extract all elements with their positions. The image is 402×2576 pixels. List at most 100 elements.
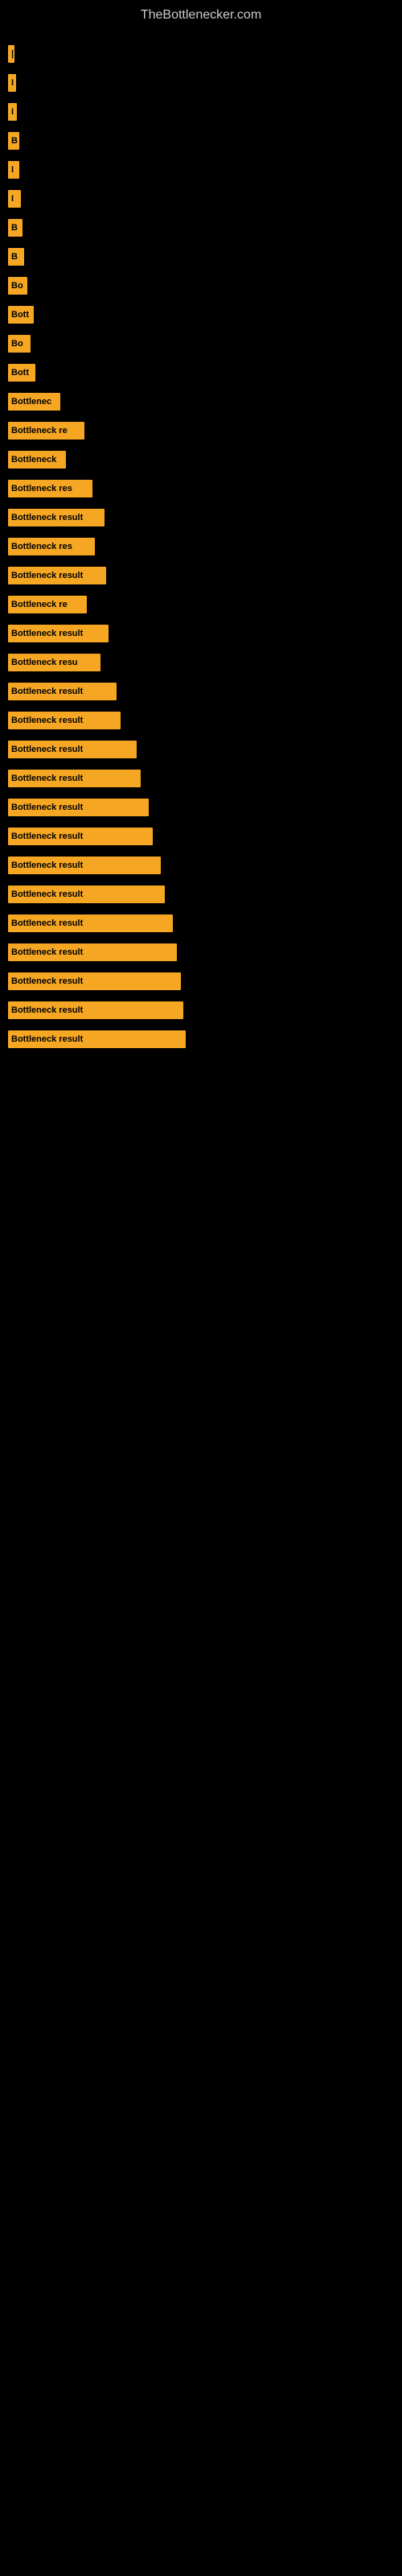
bar-label-10: Bo [11, 339, 23, 349]
bar-label-8: Bo [11, 281, 23, 291]
bar-28: Bottleneck result [8, 857, 161, 874]
bar-label-14: Bottleneck [11, 455, 56, 464]
bar-row: Bottleneck result [8, 796, 394, 819]
bar-label-16: Bottleneck result [11, 513, 83, 522]
bar-label-11: Bott [11, 368, 29, 378]
bar-row: Bottleneck result [8, 970, 394, 993]
bars-container: | I I B I I B B Bo Bott Bo Bott Bottlenec Bottleneck … [0, 27, 402, 1065]
bar-row: Bottlenec [8, 390, 394, 413]
bar-label-7: B [11, 252, 18, 262]
bar-1: I [8, 74, 16, 92]
bar-row: B [8, 217, 394, 239]
bar-label-5: I [11, 194, 14, 204]
bar-row: Bo [8, 275, 394, 297]
bar-label-28: Bottleneck result [11, 861, 83, 870]
site-title-container: TheBottlenecker.com [0, 0, 402, 27]
bar-label-15: Bottleneck res [11, 484, 72, 493]
bar-row: I [8, 72, 394, 94]
bar-29: Bottleneck result [8, 886, 165, 903]
bar-label-33: Bottleneck result [11, 1005, 83, 1015]
bar-32: Bottleneck result [8, 972, 181, 990]
bar-row: Bottleneck re [8, 593, 394, 616]
bar-33: Bottleneck result [8, 1001, 183, 1019]
bar-27: Bottleneck result [8, 828, 153, 845]
bar-23: Bottleneck result [8, 712, 121, 729]
bar-5: I [8, 190, 21, 208]
bar-label-23: Bottleneck result [11, 716, 83, 725]
bar-label-29: Bottleneck result [11, 890, 83, 899]
bar-19: Bottleneck re [8, 596, 87, 613]
bar-14: Bottleneck [8, 451, 66, 469]
bar-24: Bottleneck result [8, 741, 137, 758]
bar-row: Bott [8, 303, 394, 326]
bar-row: Bottleneck result [8, 564, 394, 587]
bar-label-34: Bottleneck result [11, 1034, 83, 1044]
bar-row: Bottleneck result [8, 680, 394, 703]
bar-label-31: Bottleneck result [11, 947, 83, 957]
bar-row: Bottleneck resu [8, 651, 394, 674]
bar-row: B [8, 246, 394, 268]
bar-25: Bottleneck result [8, 770, 141, 787]
bar-row: Bottleneck result [8, 825, 394, 848]
bar-label-0: | [11, 49, 14, 59]
bar-22: Bottleneck result [8, 683, 117, 700]
bar-11: Bott [8, 364, 35, 382]
bar-label-18: Bottleneck result [11, 571, 83, 580]
bar-label-6: B [11, 223, 18, 233]
bar-label-4: I [11, 165, 14, 175]
bar-label-21: Bottleneck resu [11, 658, 78, 667]
bar-label-32: Bottleneck result [11, 976, 83, 986]
bar-label-9: Bott [11, 310, 29, 320]
bar-label-20: Bottleneck result [11, 629, 83, 638]
bar-label-3: B [11, 136, 18, 146]
bar-row: Bottleneck [8, 448, 394, 471]
bar-4: I [8, 161, 19, 179]
bar-16: Bottleneck result [8, 509, 105, 526]
bar-label-22: Bottleneck result [11, 687, 83, 696]
bar-row: Bottleneck result [8, 941, 394, 964]
bar-label-25: Bottleneck result [11, 774, 83, 783]
bar-row: Bottleneck result [8, 999, 394, 1022]
bar-0: | [8, 45, 14, 63]
bar-label-13: Bottleneck re [11, 426, 68, 436]
bar-row: Bo [8, 332, 394, 355]
bar-label-2: I [11, 107, 14, 117]
bar-row: Bott [8, 361, 394, 384]
bar-15: Bottleneck res [8, 480, 92, 497]
bar-row: I [8, 159, 394, 181]
bar-row: Bottleneck result [8, 709, 394, 732]
bar-13: Bottleneck re [8, 422, 84, 440]
bar-label-27: Bottleneck result [11, 832, 83, 841]
bar-6: B [8, 219, 23, 237]
bar-label-24: Bottleneck result [11, 745, 83, 754]
site-title: TheBottlenecker.com [0, 0, 402, 27]
bar-row: Bottleneck result [8, 912, 394, 935]
bar-10: Bo [8, 335, 31, 353]
bar-label-12: Bottlenec [11, 397, 51, 407]
bar-row: Bottleneck result [8, 883, 394, 906]
bar-18: Bottleneck result [8, 567, 106, 584]
bar-8: Bo [8, 277, 27, 295]
bar-row: I [8, 188, 394, 210]
bar-row: Bottleneck result [8, 622, 394, 645]
bar-17: Bottleneck res [8, 538, 95, 555]
bar-row: Bottleneck result [8, 738, 394, 761]
bar-row: Bottleneck result [8, 854, 394, 877]
bar-row: Bottleneck res [8, 535, 394, 558]
bar-7: B [8, 248, 24, 266]
bar-row: Bottleneck re [8, 419, 394, 442]
bar-26: Bottleneck result [8, 799, 149, 816]
bar-row: Bottleneck result [8, 767, 394, 790]
bar-12: Bottlenec [8, 393, 60, 411]
bar-row: | [8, 43, 394, 65]
bar-label-26: Bottleneck result [11, 803, 83, 812]
bar-row: B [8, 130, 394, 152]
bar-21: Bottleneck resu [8, 654, 100, 671]
bar-9: Bott [8, 306, 34, 324]
bar-row: Bottleneck result [8, 506, 394, 529]
bar-row: Bottleneck result [8, 1028, 394, 1051]
bar-label-30: Bottleneck result [11, 919, 83, 928]
bar-3: B [8, 132, 19, 150]
bar-label-17: Bottleneck res [11, 542, 72, 551]
bar-20: Bottleneck result [8, 625, 109, 642]
